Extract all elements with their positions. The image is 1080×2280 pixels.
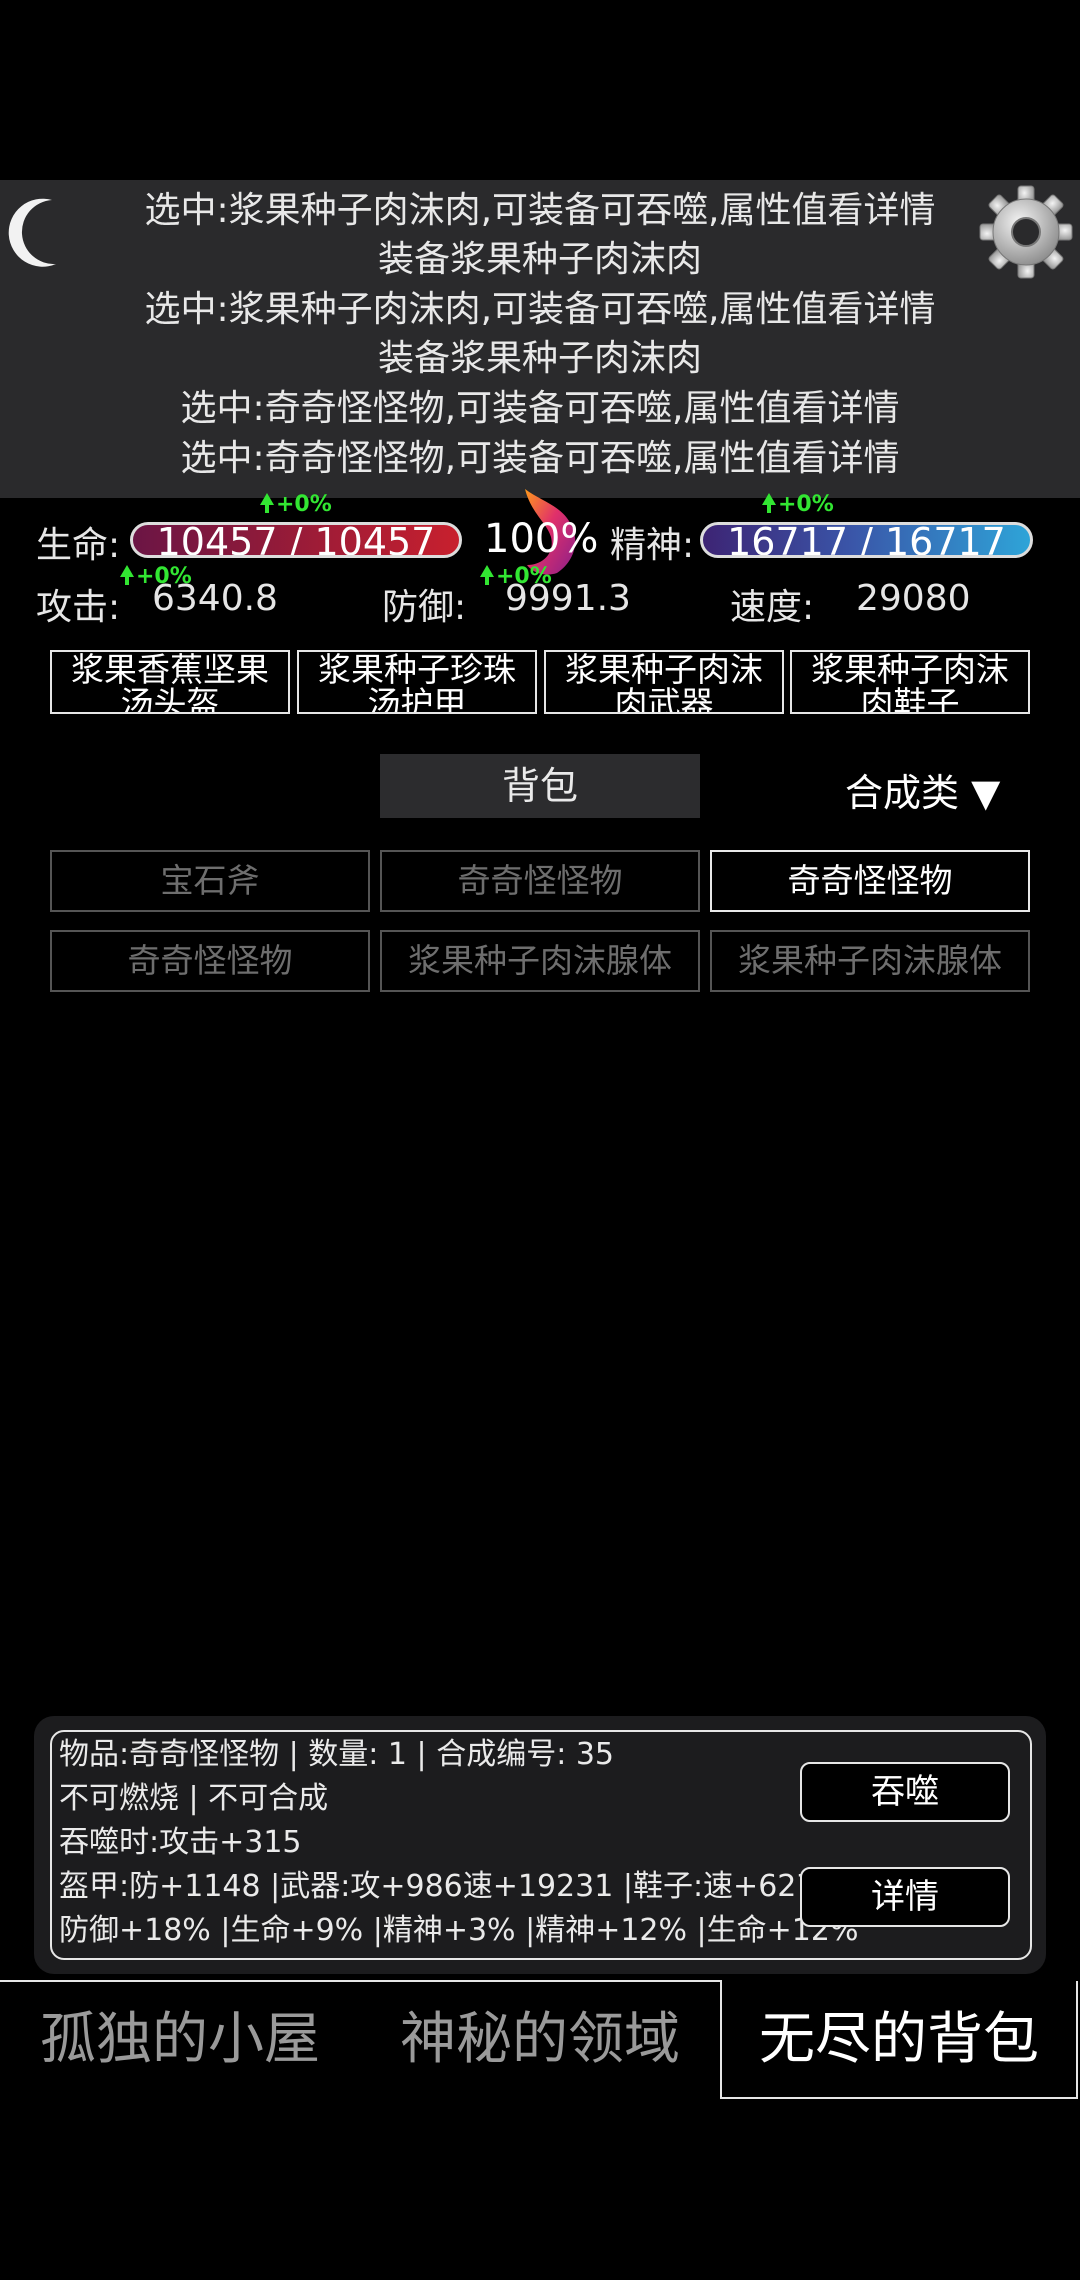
def-boost: +0%: [480, 564, 552, 589]
nav-tab-realm[interactable]: 神秘的领域: [360, 1981, 720, 2099]
nav-tab-bag[interactable]: 无尽的背包: [720, 1981, 1078, 2099]
mp-value: 16717 / 16717: [727, 522, 1006, 558]
up-arrow-icon: [260, 493, 274, 513]
equip-slot-armor[interactable]: 浆果种子珍珠汤护甲: [297, 650, 537, 714]
equip-slot-shoes[interactable]: 浆果种子肉沫肉鞋子: [790, 650, 1030, 714]
log-line: 选中:浆果种子肉沫肉,可装备可吞噬,属性值看详情: [144, 289, 936, 330]
log-line: 装备浆果种子肉沫肉: [377, 338, 702, 379]
detail-line: 防御+18% |生命+9% |精神+3% |精神+12% |生命+12%: [59, 1913, 859, 1948]
devour-button[interactable]: 吞噬: [800, 1762, 1010, 1822]
hp-value: 10457 / 10457: [156, 522, 436, 558]
equip-slot-label: 浆果种子肉沫肉鞋子: [811, 650, 1009, 714]
equip-slot-label: 浆果种子肉沫肉武器: [565, 650, 763, 714]
log-line: 选中:浆果种子肉沫肉,可装备可吞噬,属性值看详情: [144, 190, 936, 231]
bag-item[interactable]: 浆果种子肉沫腺体: [710, 930, 1030, 992]
bag-item[interactable]: 宝石斧: [50, 850, 370, 912]
equip-slot-label: 浆果香蕉坚果汤头盔: [71, 650, 269, 714]
bag-item[interactable]: 奇奇怪怪物: [380, 850, 700, 912]
detail-line: 盔甲:防+1148 |武器:攻+986速+19231 |鞋子:速+6279: [59, 1869, 835, 1904]
equip-slot-weapon[interactable]: 浆果种子肉沫肉武器: [544, 650, 784, 714]
log-line: 选中:奇奇怪怪物,可装备可吞噬,属性值看详情: [180, 388, 900, 429]
category-filter-dropdown[interactable]: 合成类 ▼: [845, 762, 1000, 817]
nav-tab-cabin[interactable]: 孤独的小屋: [0, 1981, 360, 2099]
bag-item[interactable]: 浆果种子肉沫腺体: [380, 930, 700, 992]
spd-label: 速度:: [730, 587, 815, 628]
equip-slot-helmet[interactable]: 浆果香蕉坚果汤头盔: [50, 650, 290, 714]
detail-line: 物品:奇奇怪怪物 | 数量: 1 | 合成编号: 35: [59, 1737, 615, 1772]
hp-label: 生命:: [36, 525, 121, 566]
up-arrow-icon: [480, 565, 494, 585]
log-line: 选中:奇奇怪怪物,可装备可吞噬,属性值看详情: [180, 438, 900, 479]
atk-boost: +0%: [120, 564, 192, 589]
bag-tab[interactable]: 背包: [380, 754, 700, 818]
detail-line: 吞噬时:攻击+315: [59, 1825, 302, 1860]
up-arrow-icon: [762, 493, 776, 513]
hp-boost: +0%: [260, 492, 332, 517]
bag-item-selected[interactable]: 奇奇怪怪物: [710, 850, 1030, 912]
def-label: 防御:: [382, 587, 467, 628]
equip-slot-label: 浆果种子珍珠汤护甲: [318, 650, 516, 714]
up-arrow-icon: [120, 565, 134, 585]
mp-label: 精神:: [610, 525, 695, 566]
crescent-moon-icon[interactable]: [8, 196, 68, 268]
atk-label: 攻击:: [36, 587, 121, 628]
percent-value: 100%: [484, 516, 599, 562]
bag-item[interactable]: 奇奇怪怪物: [50, 930, 370, 992]
mp-bar: 16717 / 16717: [700, 522, 1033, 558]
spd-value: 29080: [856, 578, 971, 619]
hp-bar: 10457 / 10457: [130, 522, 462, 558]
log-line: 装备浆果种子肉沫肉: [377, 239, 702, 280]
details-button[interactable]: 详情: [800, 1867, 1010, 1927]
detail-line: 不可燃烧 | 不可合成: [59, 1781, 329, 1816]
mp-boost: +0%: [762, 492, 834, 517]
